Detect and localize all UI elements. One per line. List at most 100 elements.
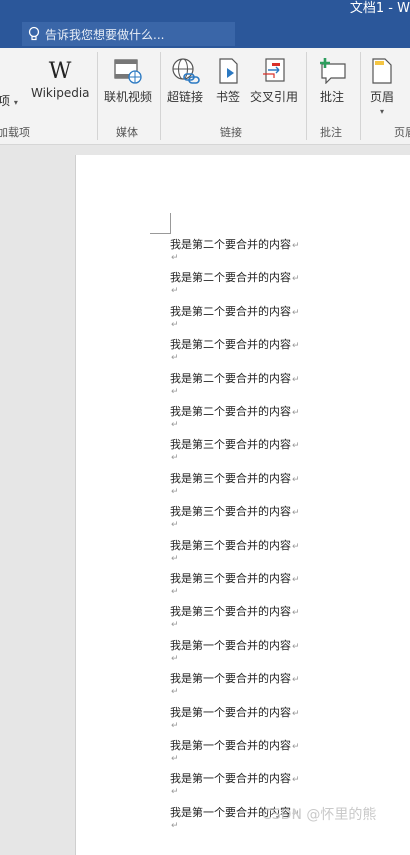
paragraph-line[interactable]: 我是第二个要合并的内容↵ — [170, 303, 300, 319]
empty-paragraph-mark: ↵ — [171, 253, 179, 263]
paragraph-line[interactable]: 我是第二个要合并的内容↵ — [170, 370, 300, 386]
paragraph-mark: ↵ — [292, 241, 300, 251]
addins-partial-label: 项 — [0, 94, 11, 108]
paragraph-mark: ↵ — [292, 341, 300, 351]
comment-label: 批注 — [319, 90, 344, 104]
paragraph-line[interactable]: 我是第二个要合并的内容↵ — [170, 269, 300, 285]
ribbon: 项 ▾ 加载项 W Wikipedia 联机视频 媒体 超链接 书签 交叉引用 … — [0, 48, 410, 145]
wikipedia-button[interactable]: W Wikipedia — [31, 58, 90, 100]
paragraph-text: 我是第二个要合并的内容 — [170, 338, 291, 351]
header-dropdown-arrow[interactable]: ▾ — [365, 107, 399, 116]
online-video-label: 联机视频 — [103, 90, 152, 104]
paragraph-mark: ↵ — [292, 475, 300, 485]
separator — [306, 52, 307, 140]
hyperlink-globe-icon — [172, 58, 200, 84]
empty-paragraph-mark: ↵ — [171, 754, 179, 764]
paragraph-text: 我是第三个要合并的内容 — [170, 472, 291, 485]
paragraph-mark: ↵ — [292, 542, 300, 552]
paragraph-text: 我是第一个要合并的内容 — [170, 739, 291, 752]
new-comment-button[interactable]: 批注 — [312, 58, 352, 105]
separator — [160, 52, 161, 140]
header-icon — [372, 58, 392, 84]
cross-reference-icon — [263, 58, 285, 82]
paragraph-text: 我是第一个要合并的内容 — [170, 639, 291, 652]
bookmark-label: 书签 — [215, 90, 240, 104]
empty-paragraph-mark: ↵ — [171, 453, 179, 463]
paragraph-mark: ↵ — [292, 575, 300, 585]
hyperlink-button[interactable]: 超链接 — [165, 58, 205, 105]
paragraph-text: 我是第三个要合并的内容 — [170, 505, 291, 518]
paragraph-mark: ↵ — [292, 441, 300, 451]
paragraph-mark: ↵ — [292, 675, 300, 685]
empty-paragraph-mark: ↵ — [171, 620, 179, 630]
addins-partial-button[interactable]: 项 ▾ — [0, 92, 18, 109]
paragraph-mark: ↵ — [292, 775, 300, 785]
margin-corner-mark — [150, 213, 171, 234]
paragraph-text: 我是第二个要合并的内容 — [170, 271, 291, 284]
cross-reference-label: 交叉引用 — [249, 90, 298, 104]
group-label-media: 媒体 — [116, 126, 138, 139]
title-bar: 文档1 - W 告诉我您想要做什么... — [0, 0, 410, 48]
paragraph-text: 我是第三个要合并的内容 — [170, 539, 291, 552]
paragraph-text: 我是第三个要合并的内容 — [170, 605, 291, 618]
group-label-addins: 加载项 — [0, 126, 30, 139]
online-video-icon — [114, 59, 142, 84]
paragraph-mark: ↵ — [292, 742, 300, 752]
empty-paragraph-mark: ↵ — [171, 821, 179, 831]
svg-text:W: W — [49, 59, 72, 82]
empty-paragraph-mark: ↵ — [171, 320, 179, 330]
paragraph-line[interactable]: 我是第二个要合并的内容↵ — [170, 403, 300, 419]
online-video-button[interactable]: 联机视频 — [103, 58, 153, 105]
paragraph-line[interactable]: 我是第三个要合并的内容↵ — [170, 436, 300, 452]
bookmark-icon — [219, 58, 238, 84]
paragraph-text: 我是第一个要合并的内容 — [170, 706, 291, 719]
paragraph-line[interactable]: 我是第一个要合并的内容↵ — [170, 670, 300, 686]
paragraph-text: 我是第二个要合并的内容 — [170, 372, 291, 385]
empty-paragraph-mark: ↵ — [171, 721, 179, 731]
paragraph-mark: ↵ — [292, 274, 300, 284]
paragraph-text: 我是第一个要合并的内容 — [170, 772, 291, 785]
hyperlink-label: 超链接 — [166, 90, 203, 104]
paragraph-line[interactable]: 我是第三个要合并的内容↵ — [170, 603, 300, 619]
empty-paragraph-mark: ↵ — [171, 554, 179, 564]
paragraph-line[interactable]: 我是第二个要合并的内容↵ — [170, 236, 300, 252]
wikipedia-icon: W — [49, 59, 72, 82]
empty-paragraph-mark: ↵ — [171, 520, 179, 530]
paragraph-mark: ↵ — [292, 642, 300, 652]
paragraph-mark: ↵ — [292, 508, 300, 518]
empty-paragraph-mark: ↵ — [171, 787, 179, 797]
separator — [360, 52, 361, 140]
header-button[interactable]: 页眉 ▾ — [365, 58, 399, 116]
group-label-links: 链接 — [220, 126, 242, 139]
paragraph-line[interactable]: 我是第三个要合并的内容↵ — [170, 537, 300, 553]
paragraph-line[interactable]: 我是第三个要合并的内容↵ — [170, 470, 300, 486]
paragraph-line[interactable]: 我是第一个要合并的内容↵ — [170, 770, 300, 786]
empty-paragraph-mark: ↵ — [171, 687, 179, 697]
paragraph-text: 我是第三个要合并的内容 — [170, 572, 291, 585]
comment-icon — [320, 58, 346, 84]
empty-paragraph-mark: ↵ — [171, 654, 179, 664]
group-label-comments: 批注 — [320, 126, 342, 139]
header-label: 页眉 — [369, 90, 394, 104]
paragraph-text: 我是第一个要合并的内容 — [170, 672, 291, 685]
empty-paragraph-mark: ↵ — [171, 587, 179, 597]
paragraph-line[interactable]: 我是第二个要合并的内容↵ — [170, 336, 300, 352]
paragraph-line[interactable]: 我是第一个要合并的内容↵ — [170, 737, 300, 753]
paragraph-line[interactable]: 我是第一个要合并的内容↵ — [170, 637, 300, 653]
paragraph-line[interactable]: 我是第三个要合并的内容↵ — [170, 503, 300, 519]
tell-me-search-box[interactable]: 告诉我您想要做什么... — [22, 22, 235, 46]
paragraph-mark: ↵ — [292, 408, 300, 418]
paragraph-mark: ↵ — [292, 308, 300, 318]
paragraph-line[interactable]: 我是第三个要合并的内容↵ — [170, 570, 300, 586]
paragraph-mark: ↵ — [292, 608, 300, 618]
wikipedia-label: Wikipedia — [31, 86, 90, 100]
cross-reference-button[interactable]: 交叉引用 — [249, 58, 299, 105]
empty-paragraph-mark: ↵ — [171, 487, 179, 497]
paragraph-line[interactable]: 我是第一个要合并的内容↵ — [170, 704, 300, 720]
paragraph-text: 我是第二个要合并的内容 — [170, 305, 291, 318]
separator — [97, 52, 98, 140]
bookmark-button[interactable]: 书签 — [211, 58, 245, 105]
empty-paragraph-mark: ↵ — [171, 387, 179, 397]
empty-paragraph-mark: ↵ — [171, 353, 179, 363]
watermark: CSDN @怀里的熊 — [262, 807, 377, 823]
